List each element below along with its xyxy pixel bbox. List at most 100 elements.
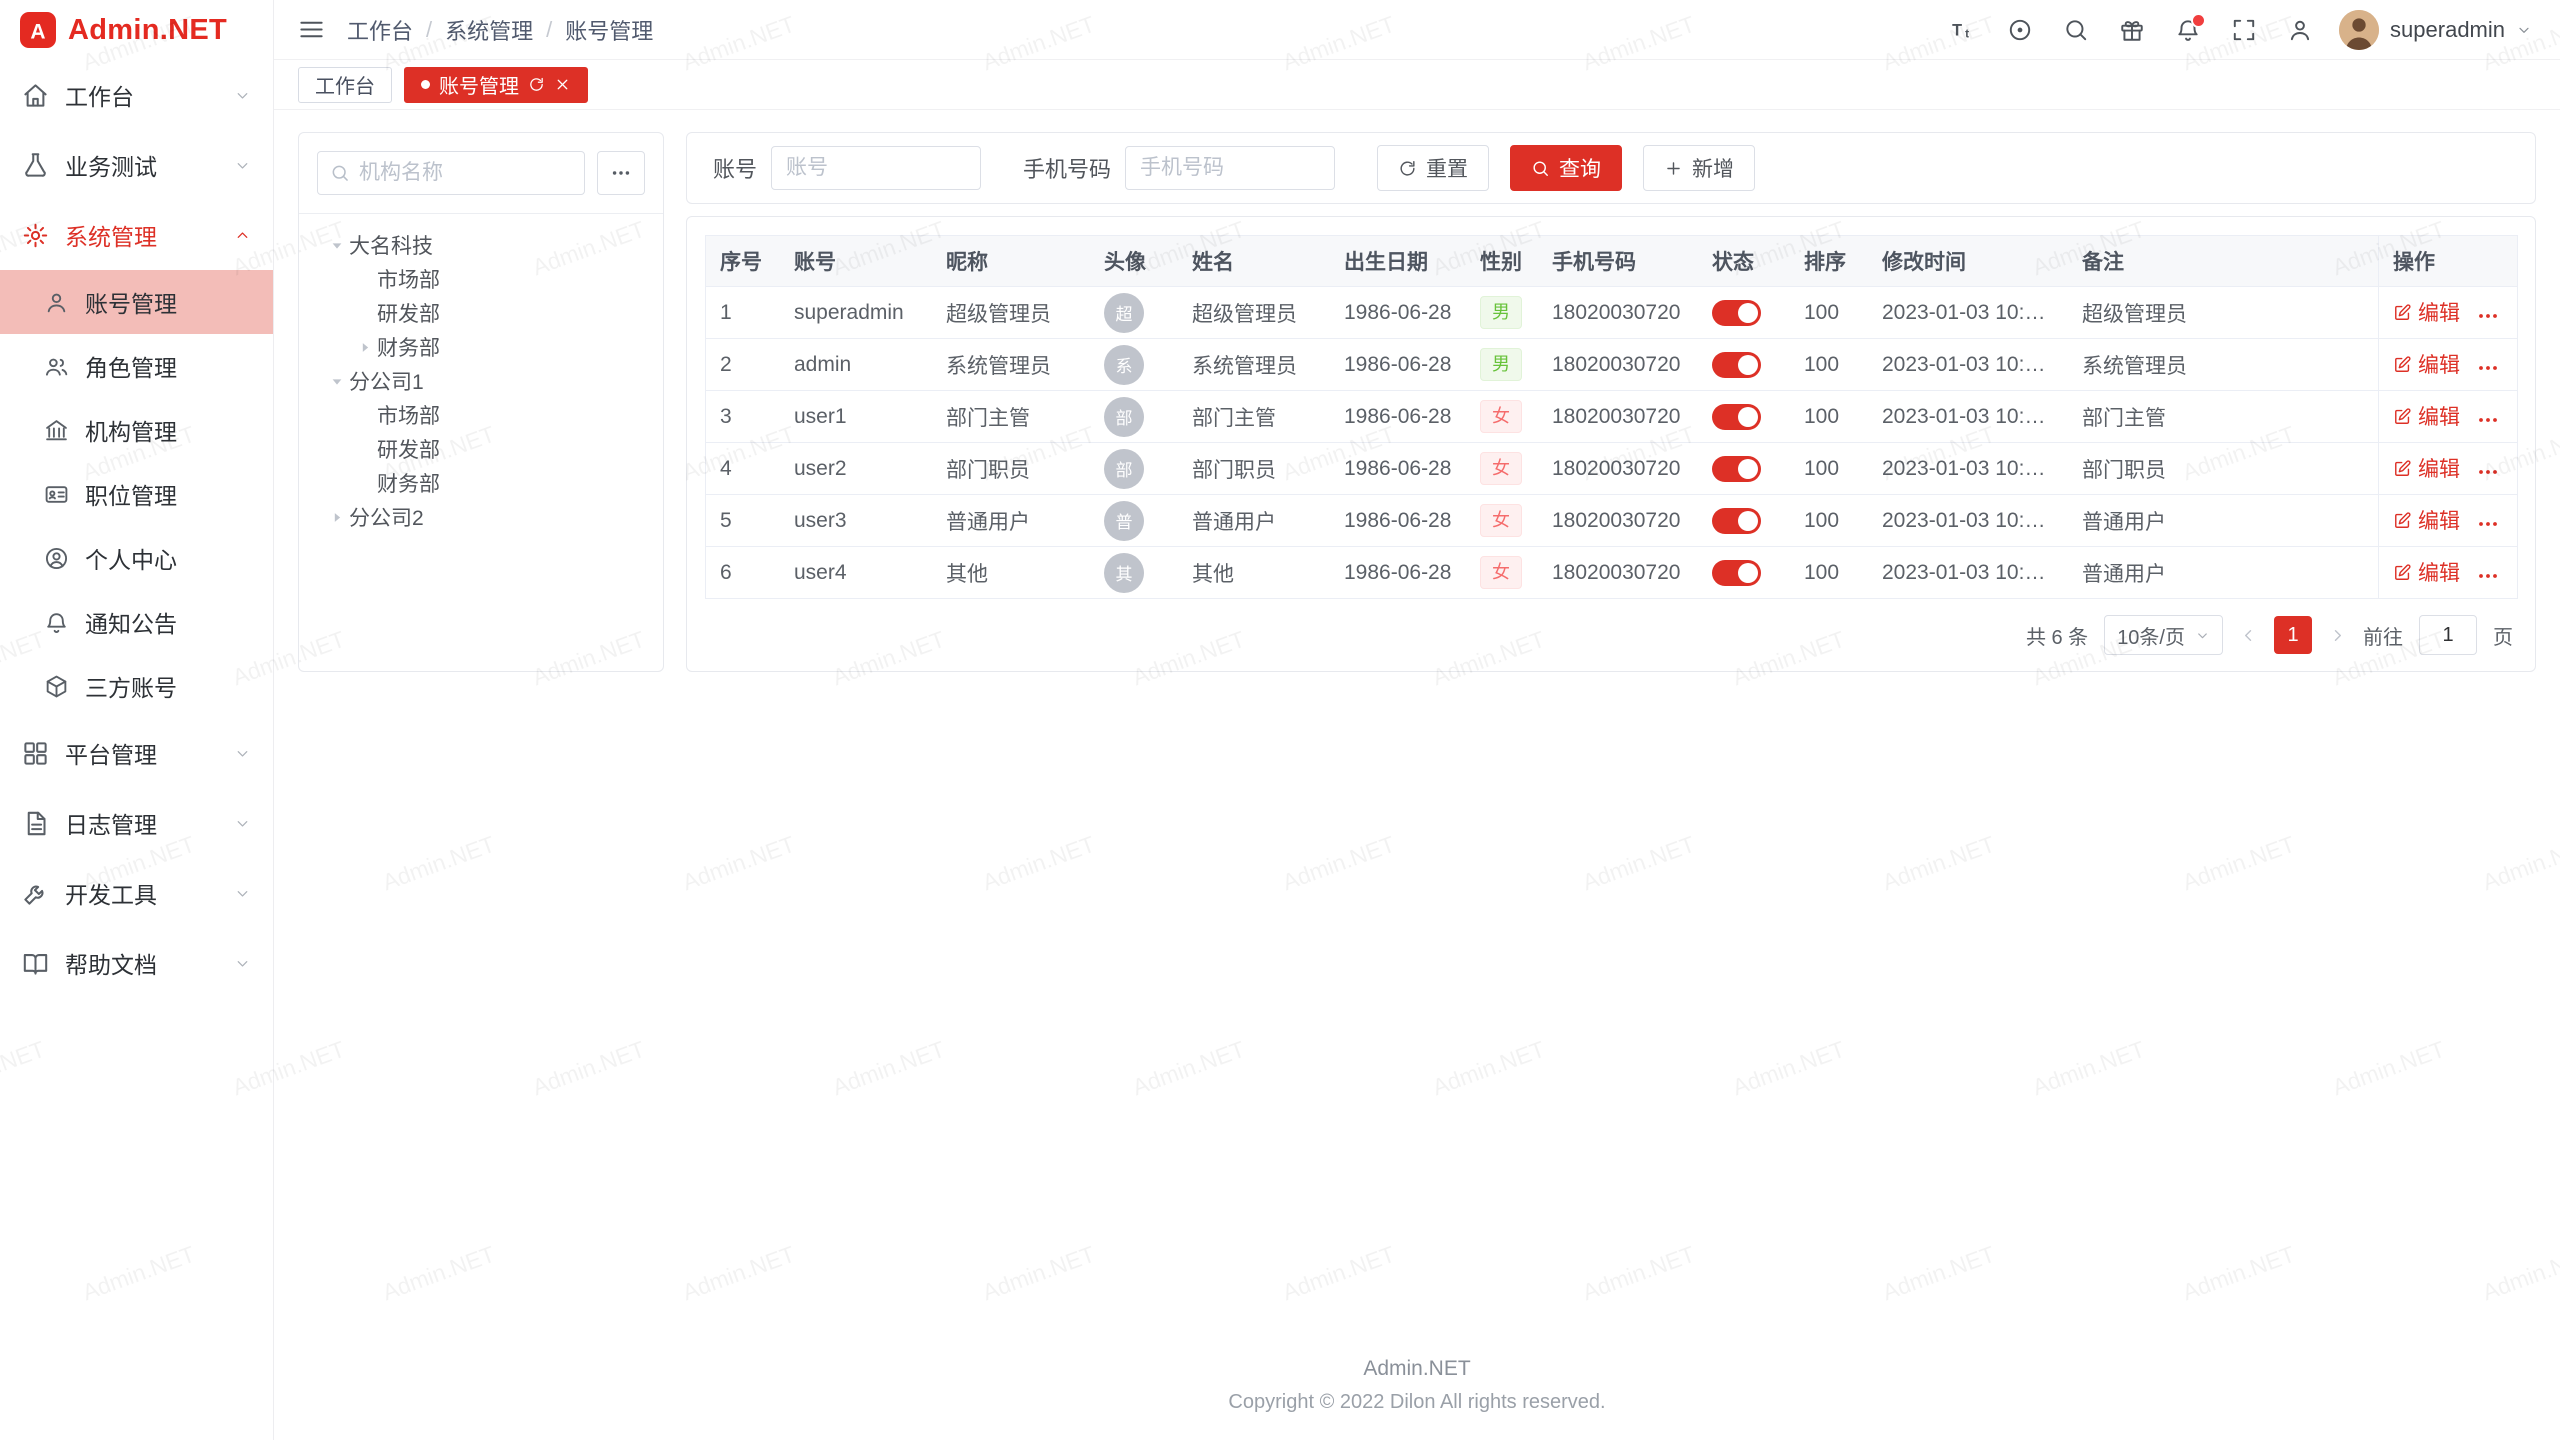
tree-node[interactable]: 分公司1 bbox=[317, 364, 645, 398]
footer-title: Admin.NET bbox=[274, 1357, 2560, 1381]
cell-nickname: 部门主管 bbox=[932, 391, 1090, 443]
row-more-button[interactable] bbox=[2476, 564, 2500, 588]
edit-button[interactable]: 编辑 bbox=[2393, 453, 2460, 483]
cell-name: 部门职员 bbox=[1178, 443, 1330, 495]
more-icon bbox=[610, 162, 632, 184]
sidebar-item[interactable]: 日志管理 bbox=[0, 788, 273, 858]
page-footer: Admin.NET Copyright © 2022 Dilon All rig… bbox=[274, 1333, 2560, 1440]
status-toggle[interactable] bbox=[1712, 404, 1761, 430]
sidebar-item[interactable]: 开发工具 bbox=[0, 858, 273, 928]
status-toggle[interactable] bbox=[1712, 508, 1761, 534]
page-size-select[interactable]: 10条/页 bbox=[2104, 615, 2223, 655]
goto-page-input[interactable] bbox=[2419, 615, 2477, 655]
refresh-icon[interactable] bbox=[528, 76, 545, 93]
cell-account: user2 bbox=[780, 443, 932, 495]
sidebar-item[interactable]: 工作台 bbox=[0, 60, 273, 130]
sidebar-subitem-label: 职位管理 bbox=[85, 477, 177, 511]
reset-button[interactable]: 重置 bbox=[1377, 145, 1489, 191]
sidebar-item[interactable]: 平台管理 bbox=[0, 718, 273, 788]
brand[interactable]: A Admin.NET bbox=[0, 0, 273, 60]
tree-node[interactable]: 研发部 bbox=[317, 432, 645, 466]
avatar: 部 bbox=[1104, 397, 1144, 437]
search-button[interactable]: 查询 bbox=[1510, 145, 1622, 191]
page-number-1[interactable]: 1 bbox=[2274, 616, 2312, 654]
sidebar-subitem[interactable]: 角色管理 bbox=[0, 334, 273, 398]
sidebar-subitem[interactable]: 机构管理 bbox=[0, 398, 273, 462]
edit-button[interactable]: 编辑 bbox=[2393, 349, 2460, 379]
caret-right-icon[interactable] bbox=[325, 510, 349, 525]
phone-input[interactable] bbox=[1125, 146, 1335, 190]
status-toggle[interactable] bbox=[1712, 352, 1761, 378]
edit-label: 编辑 bbox=[2418, 297, 2460, 327]
edit-button[interactable]: 编辑 bbox=[2393, 557, 2460, 587]
tree-node[interactable]: 研发部 bbox=[317, 296, 645, 330]
sidebar-item[interactable]: 业务测试 bbox=[0, 130, 273, 200]
cell-index: 6 bbox=[705, 547, 780, 599]
main-column: 工作台/系统管理/账号管理 Tt superadmin 工作台账号管理 bbox=[274, 0, 2560, 1440]
row-more-button[interactable] bbox=[2476, 304, 2500, 328]
add-button[interactable]: 新增 bbox=[1643, 145, 1755, 191]
sidebar-subitem[interactable]: 个人中心 bbox=[0, 526, 273, 590]
tree-more-button[interactable] bbox=[597, 151, 645, 195]
caret-right-icon[interactable] bbox=[353, 340, 377, 355]
sidebar-item-label: 日志管理 bbox=[65, 806, 157, 840]
gift-icon[interactable] bbox=[2119, 17, 2145, 43]
cell-modified: 2023-01-03 10:59:44 bbox=[1868, 443, 2068, 495]
sidebar-subitem[interactable]: 通知公告 bbox=[0, 590, 273, 654]
breadcrumb-item[interactable]: 账号管理 bbox=[565, 14, 653, 46]
edit-icon bbox=[2393, 511, 2412, 530]
tree-node[interactable]: 市场部 bbox=[317, 262, 645, 296]
row-more-button[interactable] bbox=[2476, 356, 2500, 380]
person-icon[interactable] bbox=[2287, 17, 2313, 43]
status-toggle[interactable] bbox=[1712, 456, 1761, 482]
sidebar-item[interactable]: 帮助文档 bbox=[0, 928, 273, 998]
user-menu[interactable]: superadmin bbox=[2339, 10, 2532, 50]
edit-button[interactable]: 编辑 bbox=[2393, 505, 2460, 535]
prev-page-button[interactable] bbox=[2239, 626, 2258, 645]
tree-node[interactable]: 财务部 bbox=[317, 466, 645, 500]
tree-node[interactable]: 财务部 bbox=[317, 330, 645, 364]
caret-down-icon[interactable] bbox=[325, 374, 349, 389]
sidebar-subitem[interactable]: 职位管理 bbox=[0, 462, 273, 526]
svg-text:T: T bbox=[1952, 21, 1962, 39]
tab[interactable]: 账号管理 bbox=[404, 67, 588, 103]
tab[interactable]: 工作台 bbox=[298, 67, 392, 103]
fullscreen-icon[interactable] bbox=[2231, 17, 2257, 43]
tree-node[interactable]: 分公司2 bbox=[317, 500, 645, 534]
org-search-input[interactable] bbox=[359, 161, 572, 185]
account-input[interactable] bbox=[771, 146, 981, 190]
chevron-down-icon bbox=[2195, 628, 2210, 643]
column-header: 出生日期 bbox=[1330, 235, 1466, 287]
tree-node[interactable]: 大名科技 bbox=[317, 228, 645, 262]
target-icon[interactable] bbox=[2007, 17, 2033, 43]
cell-name: 超级管理员 bbox=[1178, 287, 1330, 339]
cell-actions: 编辑 bbox=[2378, 443, 2518, 495]
row-more-button[interactable] bbox=[2476, 408, 2500, 432]
sidebar-subitem[interactable]: 三方账号 bbox=[0, 654, 273, 718]
close-icon[interactable] bbox=[554, 76, 571, 93]
edit-button[interactable]: 编辑 bbox=[2393, 401, 2460, 431]
row-more-button[interactable] bbox=[2476, 512, 2500, 536]
caret-down-icon[interactable] bbox=[325, 238, 349, 253]
edit-label: 编辑 bbox=[2418, 401, 2460, 431]
cell-birthdate: 1986-06-28 bbox=[1330, 443, 1466, 495]
status-toggle[interactable] bbox=[1712, 300, 1761, 326]
account-label: 账号 bbox=[713, 152, 757, 184]
font-size-icon[interactable]: Tt bbox=[1951, 17, 1977, 43]
hamburger-icon[interactable] bbox=[298, 16, 325, 43]
org-tree: 大名科技市场部研发部财务部分公司1市场部研发部财务部分公司2 bbox=[317, 228, 645, 534]
breadcrumb-item[interactable]: 工作台 bbox=[347, 14, 413, 46]
sidebar-item[interactable]: 系统管理 bbox=[0, 200, 273, 270]
tree-node[interactable]: 市场部 bbox=[317, 398, 645, 432]
next-page-button[interactable] bbox=[2328, 626, 2347, 645]
bell-icon[interactable] bbox=[2175, 17, 2201, 43]
search-icon[interactable] bbox=[2063, 17, 2089, 43]
status-toggle[interactable] bbox=[1712, 560, 1761, 586]
tab-label: 工作台 bbox=[315, 70, 375, 99]
breadcrumb-item[interactable]: 系统管理 bbox=[445, 14, 533, 46]
sidebar-subitem[interactable]: 账号管理 bbox=[0, 270, 273, 334]
row-more-button[interactable] bbox=[2476, 460, 2500, 484]
org-search-box bbox=[317, 151, 585, 195]
reset-label: 重置 bbox=[1426, 153, 1468, 183]
edit-button[interactable]: 编辑 bbox=[2393, 297, 2460, 327]
